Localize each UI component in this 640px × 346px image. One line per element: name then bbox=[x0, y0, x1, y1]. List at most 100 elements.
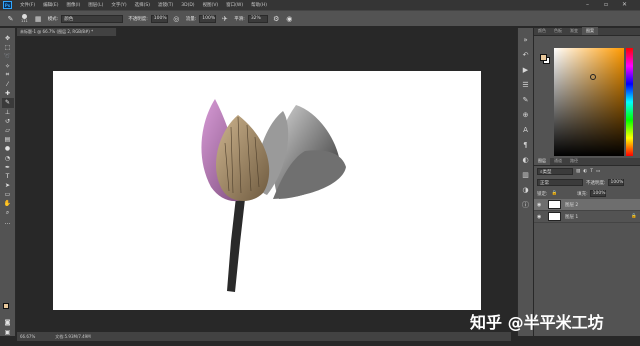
brush-tool-icon[interactable]: ✎ bbox=[6, 14, 15, 23]
tab-layers[interactable]: 图层 bbox=[534, 157, 550, 165]
photoshop-logo: Ps bbox=[3, 1, 12, 9]
airbrush-icon[interactable]: ✈ bbox=[220, 14, 229, 23]
quick-mask-icon[interactable]: ◙ bbox=[2, 318, 14, 327]
close-icon[interactable]: ✕ bbox=[622, 1, 627, 8]
hue-slider[interactable] bbox=[626, 48, 633, 156]
pen-tool-icon[interactable]: ✒ bbox=[2, 163, 14, 172]
quick-select-tool-icon[interactable]: ✧ bbox=[2, 62, 14, 71]
smoothing-settings-icon[interactable]: ⚙ bbox=[272, 14, 281, 23]
history-icon[interactable]: ↶ bbox=[520, 49, 531, 60]
panel-foreground-swatch[interactable] bbox=[540, 54, 547, 61]
tab-paths[interactable]: 路径 bbox=[566, 157, 582, 165]
pressure-size-icon[interactable]: ◉ bbox=[285, 14, 294, 23]
blend-mode-select[interactable]: 正常 bbox=[537, 179, 583, 186]
opacity-field[interactable]: 100% bbox=[150, 14, 168, 23]
clone-stamp-tool-icon[interactable]: ⊥ bbox=[2, 108, 14, 117]
menu-help[interactable]: 帮助(H) bbox=[247, 2, 271, 8]
menu-layer[interactable]: 图层(L) bbox=[84, 2, 107, 8]
menu-window[interactable]: 窗口(W) bbox=[222, 2, 247, 8]
paragraph-icon[interactable]: ¶ bbox=[520, 139, 531, 150]
crop-tool-icon[interactable]: ⌗ bbox=[2, 71, 14, 80]
restore-icon[interactable]: ▫ bbox=[604, 1, 608, 8]
menu-select[interactable]: 选择(S) bbox=[131, 2, 154, 8]
filter-type-icon[interactable]: T bbox=[590, 169, 593, 174]
menu-type[interactable]: 文字(Y) bbox=[107, 2, 130, 8]
gradient-tool-icon[interactable]: ▤ bbox=[2, 135, 14, 144]
path-select-tool-icon[interactable]: ➤ bbox=[2, 181, 14, 190]
menu-file[interactable]: 文件(F) bbox=[16, 2, 39, 8]
character-icon[interactable]: A bbox=[520, 124, 531, 135]
color-field[interactable] bbox=[554, 48, 624, 156]
layer-row[interactable]: ◉ 图层 1 🔒 bbox=[534, 211, 640, 223]
hand-tool-icon[interactable]: ✋ bbox=[2, 199, 14, 208]
menu-edit[interactable]: 编辑(E) bbox=[39, 2, 62, 8]
visibility-eye-icon[interactable]: ◉ bbox=[537, 202, 545, 208]
visibility-eye-icon[interactable]: ◉ bbox=[537, 214, 545, 220]
flow-field[interactable]: 100% bbox=[199, 14, 217, 23]
lotus-artwork bbox=[201, 99, 346, 292]
tab-gradients[interactable]: 渐变 bbox=[566, 27, 582, 35]
zoom-level[interactable]: 66.67% bbox=[20, 334, 35, 339]
watermark-text: 知乎 @半平米工坊 bbox=[470, 313, 604, 332]
healing-brush-tool-icon[interactable]: ✚ bbox=[2, 89, 14, 98]
tab-channels[interactable]: 通道 bbox=[550, 157, 566, 165]
libraries-icon[interactable]: ▥ bbox=[520, 169, 531, 180]
color-picker-cursor[interactable] bbox=[590, 74, 596, 80]
move-tool-icon[interactable]: ✥ bbox=[2, 34, 14, 43]
zoom-tool-icon[interactable]: ⌕ bbox=[2, 209, 14, 218]
layer-opacity-label: 不透明度: bbox=[586, 180, 606, 186]
mode-select[interactable]: 颜色 bbox=[61, 14, 124, 23]
document-tab[interactable]: 未标题-1 @ 66.7% (图层 2, RGB/8#) * bbox=[17, 28, 117, 36]
shape-tool-icon[interactable]: ▭ bbox=[2, 190, 14, 199]
collapse-panels-icon[interactable]: » bbox=[520, 34, 531, 45]
canvas[interactable] bbox=[53, 71, 481, 310]
glyphs-icon[interactable]: ◐ bbox=[520, 154, 531, 165]
marquee-tool-icon[interactable]: ⬚ bbox=[2, 43, 14, 52]
filter-pixel-icon[interactable]: ▧ bbox=[576, 169, 580, 174]
document-size-info: 文档:5.93M/7.49M bbox=[55, 333, 91, 339]
options-bar: ✎ 111 ▦ 模式: 颜色 不透明度: 100% ◎ 流量: 100% ✈ 平… bbox=[0, 10, 640, 27]
brush-settings-icon[interactable]: ▦ bbox=[34, 14, 43, 23]
dodge-tool-icon[interactable]: ◔ bbox=[2, 153, 14, 162]
filter-shape-icon[interactable]: ▭ bbox=[596, 169, 600, 174]
mode-value: 颜色 bbox=[64, 16, 74, 22]
lasso-tool-icon[interactable]: ➰ bbox=[2, 52, 14, 61]
fill-field[interactable]: 100% bbox=[589, 190, 606, 197]
info-icon[interactable]: ⓘ bbox=[520, 199, 531, 210]
clone-source-icon[interactable]: ⊕ bbox=[520, 109, 531, 120]
tab-patterns[interactable]: 图案 bbox=[582, 27, 598, 35]
properties-icon[interactable]: ☰ bbox=[520, 79, 531, 90]
menu-filter[interactable]: 滤镜(T) bbox=[154, 2, 177, 8]
pressure-opacity-icon[interactable]: ◎ bbox=[172, 14, 181, 23]
menu-view[interactable]: 视图(V) bbox=[199, 2, 223, 8]
menu-3d[interactable]: 3D(D) bbox=[177, 3, 198, 8]
eyedropper-tool-icon[interactable]: ⁄ bbox=[2, 80, 14, 89]
filter-adjust-icon[interactable]: ◐ bbox=[583, 169, 587, 174]
layer-opacity-field[interactable]: 100% bbox=[607, 179, 624, 186]
brush-settings-panel-icon[interactable]: ✎ bbox=[520, 94, 531, 105]
layer-opacity-value: 100% bbox=[610, 180, 624, 185]
tab-swatches[interactable]: 色板 bbox=[550, 27, 566, 35]
fill-value: 100% bbox=[592, 191, 606, 196]
tab-color[interactable]: 颜色 bbox=[534, 27, 550, 35]
lock-icon[interactable]: 🔒 bbox=[552, 191, 558, 196]
blur-tool-icon[interactable]: ● bbox=[2, 144, 14, 153]
adjustments-icon[interactable]: ◑ bbox=[520, 184, 531, 195]
layer-filter-select[interactable]: ⌕ 类型 bbox=[537, 168, 573, 175]
menu-bar: Ps 文件(F) 编辑(E) 图像(I) 图层(L) 文字(Y) 选择(S) 滤… bbox=[0, 0, 640, 10]
actions-icon[interactable]: ▶ bbox=[520, 64, 531, 75]
edit-toolbar-icon[interactable]: … bbox=[2, 218, 14, 227]
brush-preset-picker[interactable]: 111 bbox=[21, 14, 28, 23]
brush-tool-icon[interactable]: ✎ bbox=[1, 98, 14, 108]
layer-row[interactable]: ◉ 图层 2 bbox=[534, 199, 640, 211]
foreground-color-swatch[interactable] bbox=[3, 303, 9, 309]
history-brush-tool-icon[interactable]: ↺ bbox=[2, 117, 14, 126]
screen-mode-icon[interactable]: ▣ bbox=[2, 328, 14, 337]
minimize-icon[interactable]: – bbox=[586, 1, 589, 8]
menu-image[interactable]: 图像(I) bbox=[62, 2, 84, 8]
smoothing-field[interactable]: 32% bbox=[247, 14, 268, 23]
eraser-tool-icon[interactable]: ▱ bbox=[2, 126, 14, 135]
type-tool-icon[interactable]: T bbox=[2, 172, 14, 181]
blend-mode-value: 正常 bbox=[540, 180, 549, 186]
blend-row: 正常 不透明度: 100% bbox=[534, 177, 640, 188]
